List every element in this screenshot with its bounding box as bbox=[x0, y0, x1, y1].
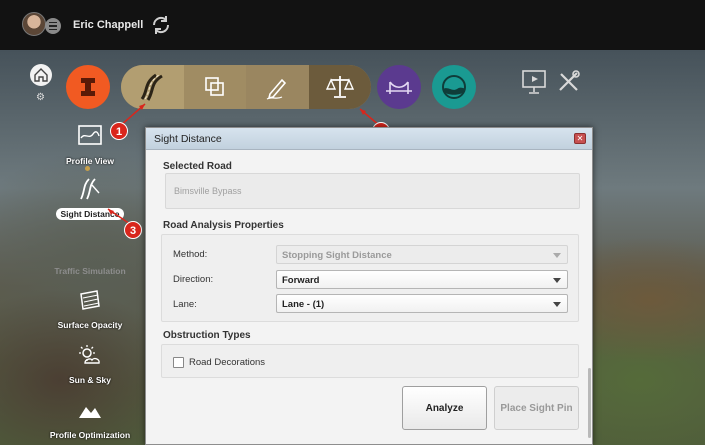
presentation-icon[interactable] bbox=[521, 68, 549, 96]
lane-select[interactable]: Lane - (1) bbox=[276, 294, 568, 313]
chevron-down-icon bbox=[553, 302, 561, 307]
road-decorations-label[interactable]: Road Decorations bbox=[189, 357, 265, 368]
side-tool-label: Surface Opacity bbox=[57, 320, 123, 330]
analysis-tool-group bbox=[121, 65, 371, 109]
dialog-titlebar[interactable]: Sight Distance ✕ bbox=[146, 128, 592, 150]
drainage-button[interactable] bbox=[432, 65, 476, 109]
i-beam-icon bbox=[81, 78, 95, 96]
dialog-scrollbar[interactable] bbox=[588, 368, 591, 438]
selected-road-field: Bimsville Bypass bbox=[165, 173, 580, 209]
callout-3: 3 bbox=[124, 221, 142, 239]
bridge-icon bbox=[386, 81, 412, 94]
tools-icon[interactable] bbox=[555, 68, 583, 96]
avatar[interactable] bbox=[22, 12, 46, 36]
sight-distance-icon bbox=[80, 178, 100, 200]
roads-tool-button[interactable] bbox=[121, 65, 184, 109]
road-icon bbox=[140, 73, 164, 101]
side-tool-label: Profile Optimization bbox=[49, 430, 131, 440]
side-tool-label: Sun & Sky bbox=[68, 375, 112, 385]
sight-distance-dialog: Sight Distance ✕ Selected Road Bimsville… bbox=[145, 127, 593, 445]
analyze-button[interactable]: Analyze bbox=[402, 386, 487, 430]
callout-1: 1 bbox=[110, 122, 128, 140]
layers-icon bbox=[204, 77, 224, 96]
selected-road-heading: Selected Road bbox=[163, 161, 232, 172]
side-tool-sight-distance[interactable]: Sight Distance bbox=[40, 177, 140, 222]
lane-label: Lane: bbox=[173, 299, 197, 310]
surface-opacity-icon bbox=[80, 290, 100, 310]
user-name: Eric Chappell bbox=[73, 19, 144, 31]
home-button[interactable] bbox=[30, 64, 52, 86]
chevron-down-icon bbox=[553, 253, 561, 258]
home-icon bbox=[34, 68, 48, 82]
bridge-button[interactable] bbox=[377, 65, 421, 109]
side-tool-traffic-simulation: Traffic Simulation bbox=[40, 261, 140, 279]
design-button[interactable] bbox=[66, 65, 110, 109]
profile-optimization-icon bbox=[79, 407, 101, 418]
side-tool-label: Traffic Simulation bbox=[54, 266, 126, 276]
direction-value: Forward bbox=[282, 275, 320, 286]
method-select: Stopping Sight Distance bbox=[276, 245, 568, 264]
place-sight-pin-button[interactable]: Place Sight Pin bbox=[494, 386, 579, 430]
profile-view-icon bbox=[78, 125, 102, 145]
hamburger-menu-icon[interactable] bbox=[45, 18, 61, 34]
side-tool-sun-sky[interactable]: Sun & Sky bbox=[40, 343, 140, 388]
scales-icon bbox=[325, 76, 354, 98]
settings-gear-icon[interactable]: ⚙ bbox=[36, 93, 46, 103]
analysis-tool-button[interactable] bbox=[308, 65, 371, 109]
method-label: Method: bbox=[173, 249, 208, 260]
dialog-title: Sight Distance bbox=[154, 133, 222, 145]
sync-icon[interactable] bbox=[150, 14, 172, 36]
drainage-icon bbox=[442, 75, 466, 99]
obstruction-types-heading: Obstruction Types bbox=[163, 330, 251, 341]
pencil-icon bbox=[266, 78, 287, 100]
sun-sky-icon bbox=[79, 345, 100, 364]
indicator-dot bbox=[85, 166, 90, 171]
side-tool-label: Profile View bbox=[65, 156, 115, 166]
side-tool-surface-opacity[interactable]: Surface Opacity bbox=[40, 288, 140, 333]
side-tool-label: Sight Distance bbox=[56, 208, 124, 220]
side-tool-profile-optimization[interactable]: Profile Optimization bbox=[40, 398, 140, 443]
sketch-tool-button[interactable] bbox=[246, 65, 309, 109]
road-decorations-checkbox[interactable] bbox=[173, 357, 184, 368]
layers-tool-button[interactable] bbox=[183, 65, 246, 109]
direction-select[interactable]: Forward bbox=[276, 270, 568, 289]
selected-road-value: Bimsville Bypass bbox=[174, 186, 242, 196]
road-analysis-properties-heading: Road Analysis Properties bbox=[163, 220, 284, 231]
chevron-down-icon bbox=[553, 278, 561, 283]
method-value: Stopping Sight Distance bbox=[282, 250, 392, 261]
lane-value: Lane - (1) bbox=[282, 299, 325, 310]
close-icon[interactable]: ✕ bbox=[574, 133, 586, 144]
direction-label: Direction: bbox=[173, 274, 214, 285]
